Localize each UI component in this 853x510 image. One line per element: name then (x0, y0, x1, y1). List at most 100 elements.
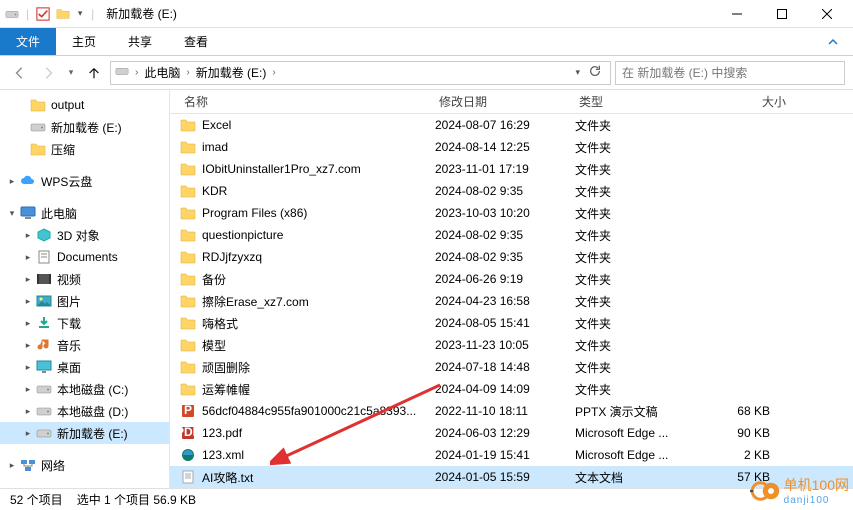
dropdown-icon[interactable]: ▾ (575, 67, 580, 78)
tree-pc-item[interactable]: ▸ 新加载卷 (E:) (0, 422, 169, 444)
file-row[interactable]: 模型2023-11-23 10:05文件夹 (170, 334, 853, 356)
file-row[interactable]: KDR2024-08-02 9:35文件夹 (170, 180, 853, 202)
expander-icon[interactable]: ▸ (22, 428, 34, 439)
tree-pc-item[interactable]: ▸图片 (0, 290, 169, 312)
file-row[interactable]: RDJjfzyxzq2024-08-02 9:35文件夹 (170, 246, 853, 268)
breadcrumb-root[interactable]: 此电脑 (144, 64, 180, 81)
tree-pc-item[interactable]: ▸3D 对象 (0, 224, 169, 246)
file-name: imad (202, 140, 435, 154)
file-row[interactable]: 嗨格式2024-08-05 15:41文件夹 (170, 312, 853, 334)
tree-label: 网络 (41, 457, 65, 474)
folder-icon (180, 381, 196, 397)
expander-icon[interactable]: ▸ (22, 406, 34, 417)
expander-icon[interactable]: ▾ (6, 208, 18, 219)
file-row[interactable]: P56dcf04884c955fa901000c21c5a8393...2022… (170, 400, 853, 422)
expander-icon[interactable]: ▸ (22, 230, 34, 241)
file-name: KDR (202, 184, 435, 198)
tree-label: 新加载卷 (E:) (51, 119, 122, 136)
file-row[interactable]: 123.xml2024-01-19 15:41Microsoft Edge ..… (170, 444, 853, 466)
tab-home[interactable]: 主页 (56, 28, 112, 55)
file-row[interactable]: IObitUninstaller1Pro_xz7.com2023-11-01 1… (170, 158, 853, 180)
pdf-icon: PDF (180, 425, 196, 441)
drive-icon (4, 6, 20, 22)
chevron-right-icon[interactable]: › (135, 67, 138, 78)
file-date: 2024-08-05 15:41 (435, 316, 575, 330)
tree-quick-item[interactable]: 新加载卷 (E:) (0, 116, 169, 138)
col-size[interactable]: 大小 (700, 93, 790, 110)
tree-network[interactable]: ▸ 网络 (0, 454, 169, 476)
tree-pc-item[interactable]: ▸ 下载 (0, 312, 169, 334)
forward-button[interactable] (36, 61, 60, 85)
drive-icon (30, 119, 46, 135)
tree-pc-item[interactable]: ▸本地磁盘 (D:) (0, 400, 169, 422)
expander-icon[interactable]: ▸ (6, 176, 18, 187)
file-row[interactable]: imad2024-08-14 12:25文件夹 (170, 136, 853, 158)
qat-dropdown-icon[interactable]: ▾ (75, 6, 85, 22)
file-row[interactable]: Program Files (x86)2023-10-03 10:20文件夹 (170, 202, 853, 224)
expander-icon[interactable]: ▸ (6, 460, 18, 471)
ribbon-expand-button[interactable] (813, 28, 853, 55)
up-button[interactable] (82, 61, 106, 85)
file-row[interactable]: Excel2024-08-07 16:29文件夹 (170, 114, 853, 136)
back-button[interactable] (8, 61, 32, 85)
tree-quick-item[interactable]: output (0, 94, 169, 116)
expander-icon[interactable]: ▸ (22, 296, 34, 307)
file-size: 90 KB (700, 426, 770, 440)
recent-dropdown[interactable]: ▾ (64, 61, 78, 85)
tree-this-pc[interactable]: ▾ 此电脑 (0, 202, 169, 224)
tree-quick-item[interactable]: 压缩 (0, 138, 169, 160)
chevron-right-icon[interactable]: › (272, 67, 275, 78)
tab-share[interactable]: 共享 (112, 28, 168, 55)
tree-pc-item[interactable]: ▸视频 (0, 268, 169, 290)
dl-icon (36, 315, 52, 331)
tree-pc-item[interactable]: ▸音乐 (0, 334, 169, 356)
column-header[interactable]: 名称 修改日期 类型 大小 (170, 90, 853, 114)
file-type: 文件夹 (575, 249, 700, 266)
pc-icon (20, 205, 36, 221)
file-row[interactable]: 擦除Erase_xz7.com2024-04-23 16:58文件夹 (170, 290, 853, 312)
tree-wps[interactable]: ▸ WPS云盘 (0, 170, 169, 192)
file-list[interactable]: Excel2024-08-07 16:29文件夹imad2024-08-14 1… (170, 114, 853, 488)
watermark-icon (750, 476, 780, 506)
file-row[interactable]: PDF123.pdf2024-06-03 12:29Microsoft Edge… (170, 422, 853, 444)
expander-icon[interactable]: ▸ (22, 252, 34, 263)
desktop-icon (36, 359, 52, 375)
file-row[interactable]: 顽固删除2024-07-18 14:48文件夹 (170, 356, 853, 378)
expander-icon[interactable]: ▸ (22, 362, 34, 373)
edge-icon (180, 447, 196, 463)
tree-pc-item[interactable]: ▸本地磁盘 (C:) (0, 378, 169, 400)
file-row[interactable]: 备份2024-06-26 9:19文件夹 (170, 268, 853, 290)
expander-icon[interactable]: ▸ (22, 384, 34, 395)
checkbox-icon[interactable] (35, 6, 51, 22)
folder-icon (180, 183, 196, 199)
address-bar[interactable]: › 此电脑 › 新加载卷 (E:) › ▾ (110, 61, 611, 85)
col-date[interactable]: 修改日期 (435, 93, 575, 110)
breadcrumb-current[interactable]: 新加载卷 (E:) (196, 64, 267, 81)
file-name: 备份 (202, 271, 435, 288)
file-row[interactable]: questionpicture2024-08-02 9:35文件夹 (170, 224, 853, 246)
expander-icon[interactable]: ▸ (22, 274, 34, 285)
expander-icon[interactable]: ▸ (22, 318, 34, 329)
tree-pc-item[interactable]: ▸Documents (0, 246, 169, 268)
col-type[interactable]: 类型 (575, 93, 700, 110)
navigation-pane[interactable]: output 新加载卷 (E:) 压缩 ▸ WPS云盘 ▾ 此电脑 ▸3D 对象▸D… (0, 90, 170, 488)
file-type: 文件夹 (575, 139, 700, 156)
expander-icon[interactable]: ▸ (22, 340, 34, 351)
refresh-button[interactable] (584, 64, 606, 81)
video-icon (36, 271, 52, 287)
minimize-button[interactable] (714, 0, 759, 28)
tree-label: 新加载卷 (E:) (57, 425, 128, 442)
chevron-right-icon[interactable]: › (186, 67, 189, 78)
tab-view[interactable]: 查看 (168, 28, 224, 55)
tree-pc-item[interactable]: ▸桌面 (0, 356, 169, 378)
maximize-button[interactable] (759, 0, 804, 28)
file-name: questionpicture (202, 228, 435, 242)
file-date: 2024-08-02 9:35 (435, 228, 575, 242)
col-name[interactable]: 名称 (180, 93, 435, 110)
qat-folder-icon[interactable] (55, 6, 71, 22)
tree-label: 下载 (57, 315, 81, 332)
tab-file[interactable]: 文件 (0, 28, 56, 55)
search-input[interactable]: 在 新加载卷 (E:) 中搜索 (615, 61, 845, 85)
file-row[interactable]: 运筹帷幄2024-04-09 14:09文件夹 (170, 378, 853, 400)
close-button[interactable] (804, 0, 849, 28)
